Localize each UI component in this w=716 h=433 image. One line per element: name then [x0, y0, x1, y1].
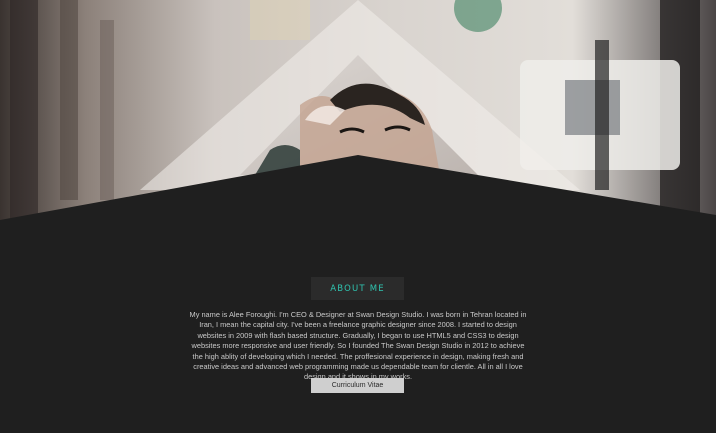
curriculum-vitae-button[interactable]: Curriculum Vitae: [311, 378, 404, 393]
about-bio-text: My name is Alee Foroughi. I'm CEO & Desi…: [189, 310, 527, 382]
about-me-heading: ABOUT ME: [311, 277, 404, 300]
